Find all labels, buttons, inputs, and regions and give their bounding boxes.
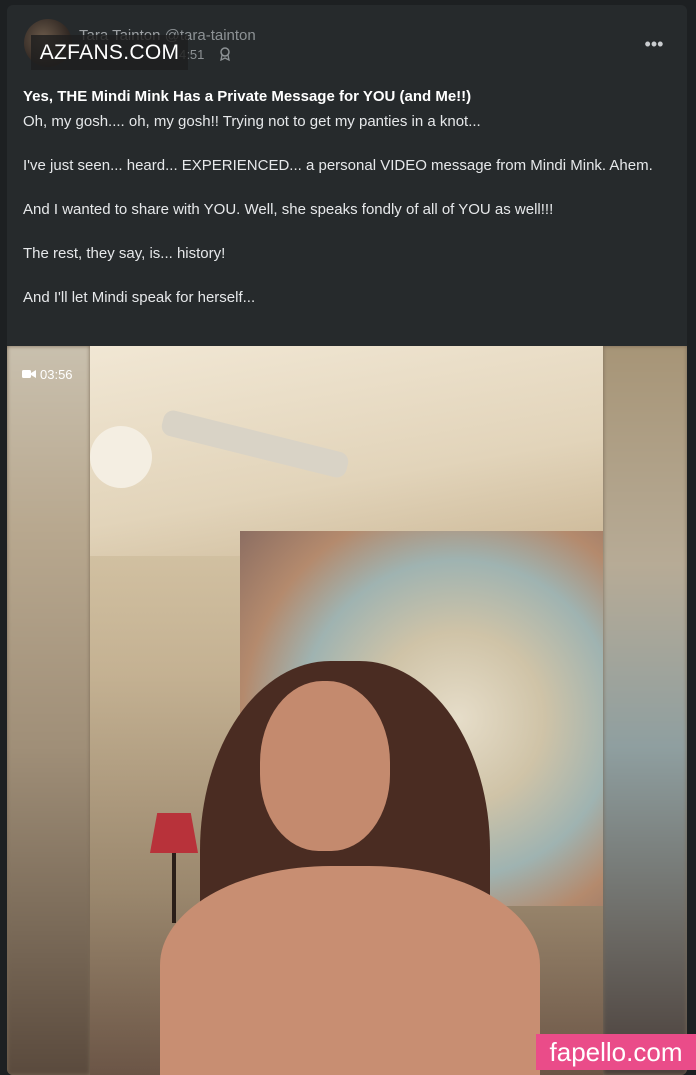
video-scene-person-body <box>160 866 540 1075</box>
post-title: Yes, THE Mindi Mink Has a Private Messag… <box>23 88 472 105</box>
video-scene-person-face <box>260 681 390 851</box>
video-duration-badge: 03:56 <box>22 365 73 383</box>
video-scene-lamp-stand <box>172 853 176 923</box>
video-duration: 03:56 <box>40 366 73 382</box>
post-paragraph: And I'll let Mindi speak for herself... <box>23 289 256 306</box>
post-card: Tara Tainton @tara-tainton 4:51 ••• Yes,… <box>7 5 687 1075</box>
more-options-button[interactable]: ••• <box>643 33 665 55</box>
video-scene-fan <box>90 386 351 488</box>
award-icon <box>220 47 230 61</box>
video-scene-lamp <box>150 813 198 853</box>
video-frame[interactable] <box>90 346 603 1075</box>
video-player[interactable]: 03:56 <box>7 346 687 1075</box>
post-body: Oh, my gosh.... oh, my gosh!! Trying not… <box>23 111 663 331</box>
more-horizontal-icon: ••• <box>644 34 664 54</box>
post-paragraph: And I wanted to share with YOU. Well, sh… <box>23 201 554 218</box>
post-paragraph: I've just seen... heard... EXPERIENCED..… <box>23 157 653 174</box>
video-camera-icon <box>22 370 36 378</box>
post-paragraph: Oh, my gosh.... oh, my gosh!! Trying not… <box>23 113 481 130</box>
post-paragraph: The rest, they say, is... history! <box>23 245 226 262</box>
watermark-azfans: AZFANS.COM <box>31 35 188 70</box>
blurred-background-left <box>7 346 90 1075</box>
watermark-fapello: fapello.com <box>536 1034 696 1070</box>
video-scene-fan-light <box>90 426 152 488</box>
blurred-background-right <box>603 346 687 1075</box>
